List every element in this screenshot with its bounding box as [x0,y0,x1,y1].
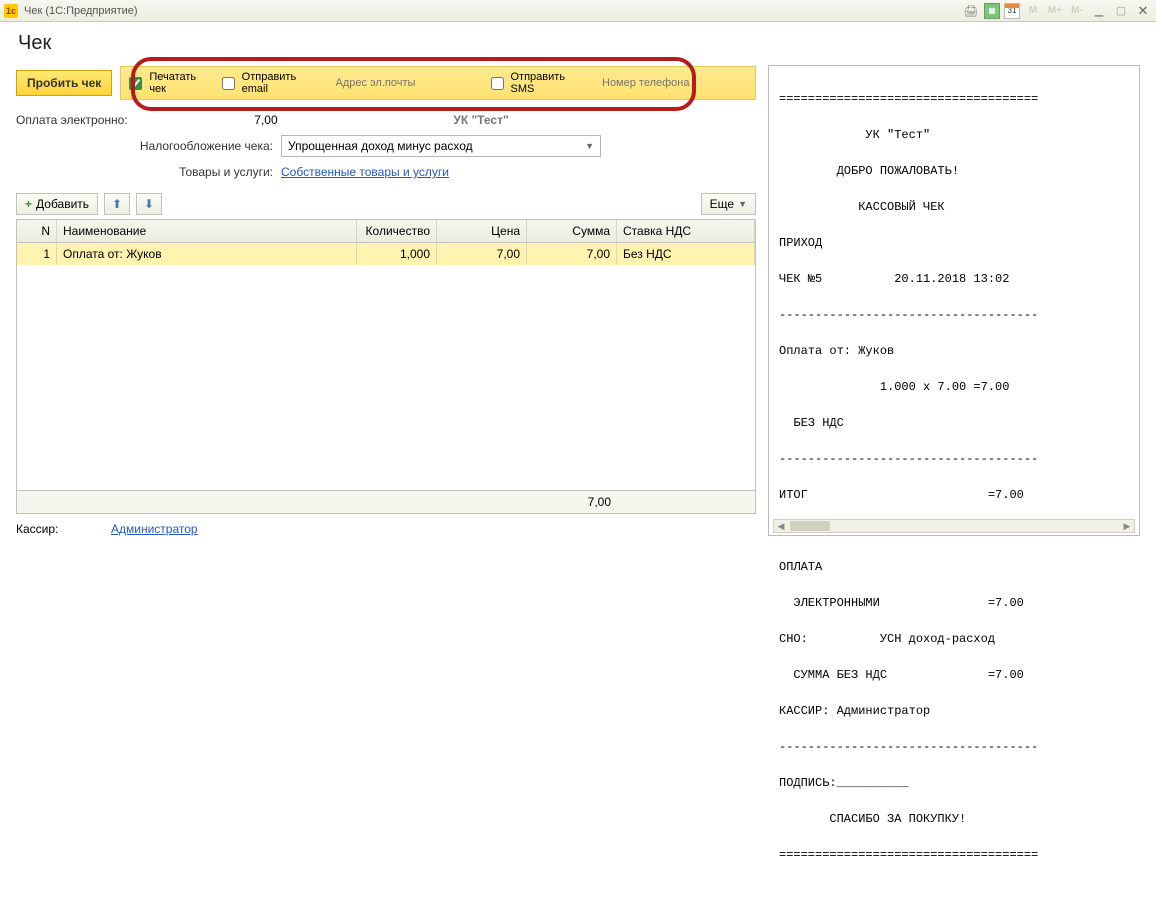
footer-sum: 7,00 [527,491,617,513]
titlebar-right: ▦ 31 M M+ M- ▁ ▢ ✕ [962,2,1152,20]
goods-link[interactable]: Собственные товары и услуги [281,165,449,179]
org-value: УК "Тест" [453,113,508,127]
table-toolbar: + Добавить ⬆ ⬇ Еще ▼ [16,193,756,215]
horizontal-scrollbar[interactable]: ◀ ▶ [773,519,1135,533]
close-icon[interactable]: ✕ [1134,2,1152,20]
phone-input[interactable] [597,74,747,92]
calendar-icon[interactable]: 31 [1004,3,1020,19]
cell-vat: Без НДС [617,243,755,265]
mem-mplus[interactable]: M+ [1046,2,1064,20]
send-email-option[interactable]: Отправить email [222,71,321,95]
col-name[interactable]: Наименование [57,220,357,242]
options-strip: Печатать чек Отправить email Отправить S… [120,66,756,100]
tax-select-value: Упрощенная доход минус расход [288,139,473,153]
receipt-text: ==================================== УК … [779,72,1135,900]
cell-name: Оплата от: Жуков [57,243,357,265]
more-button[interactable]: Еще ▼ [701,193,756,215]
row-payment: Оплата электронно: 7,00 Организация: УК … [16,113,756,127]
mem-mminus[interactable]: M- [1068,2,1086,20]
move-up-button[interactable]: ⬆ [104,193,130,215]
minimize-icon[interactable]: ▁ [1090,2,1108,20]
cell-sum: 7,00 [527,243,617,265]
pay-electronic-value: 7,00 [148,113,278,127]
send-sms-option[interactable]: Отправить SMS [491,71,588,95]
cashier-link[interactable]: Администратор [111,522,198,536]
col-n[interactable]: N [17,220,57,242]
receipt-preview: ==================================== УК … [768,65,1140,536]
titlebar: 1c Чек (1С:Предприятие) ▦ 31 M M+ M- ▁ ▢… [0,0,1156,22]
pay-electronic-label: Оплата электронно: [16,113,128,127]
print-icon[interactable] [962,2,980,20]
page-title: Чек [18,32,1140,55]
table-footer: 7,00 [17,490,755,513]
row-tax: Налогообложение чека: Упрощенная доход м… [16,135,756,157]
cashier-row: Кассир: Администратор [16,522,756,536]
action-bar: Пробить чек Печатать чек Отправить email… [16,65,756,101]
tax-label: Налогообложение чека: [16,139,281,153]
add-button[interactable]: + Добавить [16,193,98,215]
app-icon: 1c [4,4,18,18]
window-title: Чек (1С:Предприятие) [24,5,138,17]
send-sms-checkbox[interactable] [491,77,504,90]
cell-n: 1 [17,243,57,265]
table-body: 1 Оплата от: Жуков 1,000 7,00 7,00 Без Н… [17,243,755,490]
email-input[interactable] [331,74,481,92]
punch-check-button[interactable]: Пробить чек [16,70,112,96]
mem-m[interactable]: M [1024,2,1042,20]
cell-price: 7,00 [437,243,527,265]
col-sum[interactable]: Сумма [527,220,617,242]
table-row[interactable]: 1 Оплата от: Жуков 1,000 7,00 7,00 Без Н… [17,243,755,265]
move-down-button[interactable]: ⬇ [136,193,162,215]
arrow-down-icon: ⬇ [144,197,154,211]
items-table: N Наименование Количество Цена Сумма Ста… [16,219,756,514]
scroll-right-icon[interactable]: ▶ [1120,521,1134,532]
scrollbar-thumb[interactable] [790,521,830,531]
arrow-up-icon: ⬆ [112,197,122,211]
print-check-checkbox[interactable] [129,77,142,90]
tax-select[interactable]: Упрощенная доход минус расход ▼ [281,135,601,157]
table-header: N Наименование Количество Цена Сумма Ста… [17,220,755,243]
col-price[interactable]: Цена [437,220,527,242]
print-check-option[interactable]: Печатать чек [129,71,211,95]
row-goods: Товары и услуги: Собственные товары и ус… [16,165,756,179]
goods-label: Товары и услуги: [16,165,281,179]
cashier-label: Кассир: [16,522,111,536]
send-email-checkbox[interactable] [222,77,235,90]
scroll-left-icon[interactable]: ◀ [774,521,788,532]
col-qty[interactable]: Количество [357,220,437,242]
cell-qty: 1,000 [357,243,437,265]
calc-icon[interactable]: ▦ [984,3,1000,19]
plus-icon: + [25,197,32,211]
col-vat[interactable]: Ставка НДС [617,220,755,242]
chevron-down-icon: ▼ [738,199,747,209]
chevron-down-icon: ▼ [585,141,594,151]
maximize-icon[interactable]: ▢ [1112,2,1130,20]
